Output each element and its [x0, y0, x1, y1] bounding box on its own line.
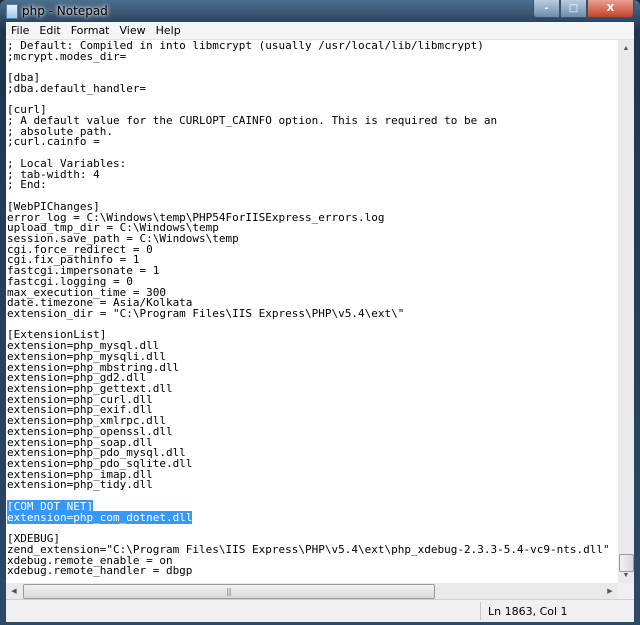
status-divider	[480, 602, 481, 620]
horizontal-scroll-thumb[interactable]: |||	[23, 584, 435, 599]
text-line: xdebug.remote_handler = dbgp	[7, 564, 610, 578]
scroll-up-icon[interactable]: ▲	[618, 40, 634, 56]
notepad-window: php - Notepad - □ X File Edit Format Vie…	[0, 0, 640, 625]
status-bar: Ln 1863, Col 1	[6, 599, 634, 622]
text-line: ;dba.default_handler=	[7, 81, 610, 95]
menu-view[interactable]: View	[115, 22, 151, 39]
title-bar[interactable]: php - Notepad - □ X	[0, 0, 640, 22]
text-line: ;mcrypt.modes_dir=	[7, 49, 610, 63]
notepad-icon	[6, 4, 18, 19]
vertical-scrollbar[interactable]: ▲ ▼	[618, 40, 634, 583]
menu-help[interactable]: Help	[151, 22, 186, 39]
text-line: extension_dir = "C:\Program Files\IIS Ex…	[7, 306, 610, 320]
text-line: extension=php_com_dotnet.dll	[7, 510, 610, 524]
line-text: ;dba.default_handler=	[7, 81, 147, 95]
text-editor[interactable]: ; Default: Compiled in into libmcrypt (u…	[6, 40, 618, 583]
text-line	[7, 62, 610, 73]
close-button[interactable]: X	[587, 0, 634, 18]
line-text: extension=php_tidy.dll	[7, 478, 153, 492]
scrollbar-corner	[618, 583, 634, 599]
text-line: ; End:	[7, 178, 610, 192]
text-line	[7, 491, 610, 502]
menu-bar: File Edit Format View Help	[6, 22, 634, 40]
window-title: php - Notepad	[22, 4, 108, 18]
scroll-down-icon[interactable]: ▼	[618, 567, 634, 583]
text-line: ; tab-width: 4	[7, 169, 610, 181]
text-line: extension=php_tidy.dll	[7, 478, 610, 492]
scroll-left-icon[interactable]: ◀	[6, 583, 22, 599]
scroll-right-icon[interactable]: ▶	[602, 583, 618, 599]
menu-edit[interactable]: Edit	[34, 22, 65, 39]
text-line: ;curl.cainfo =	[7, 135, 610, 149]
line-text: xdebug.remote_handler = dbgp	[7, 564, 193, 578]
horizontal-scrollbar[interactable]: ◀ ||| ▶	[6, 583, 618, 599]
menu-format[interactable]: Format	[66, 22, 115, 39]
line-text: ; End:	[7, 178, 47, 192]
line-text: ;mcrypt.modes_dir=	[7, 49, 127, 63]
maximize-button[interactable]: □	[560, 0, 587, 18]
cursor-position: Ln 1863, Col 1	[488, 605, 568, 618]
text-line	[7, 523, 610, 534]
minimize-button[interactable]: -	[533, 0, 560, 18]
line-text: extension=php_com_dotnet.dll	[7, 510, 193, 524]
line-text: extension_dir = "C:\Program Files\IIS Ex…	[7, 306, 405, 320]
text-line	[7, 95, 610, 106]
menu-file[interactable]: File	[6, 22, 34, 39]
line-text: ;curl.cainfo =	[7, 135, 100, 149]
